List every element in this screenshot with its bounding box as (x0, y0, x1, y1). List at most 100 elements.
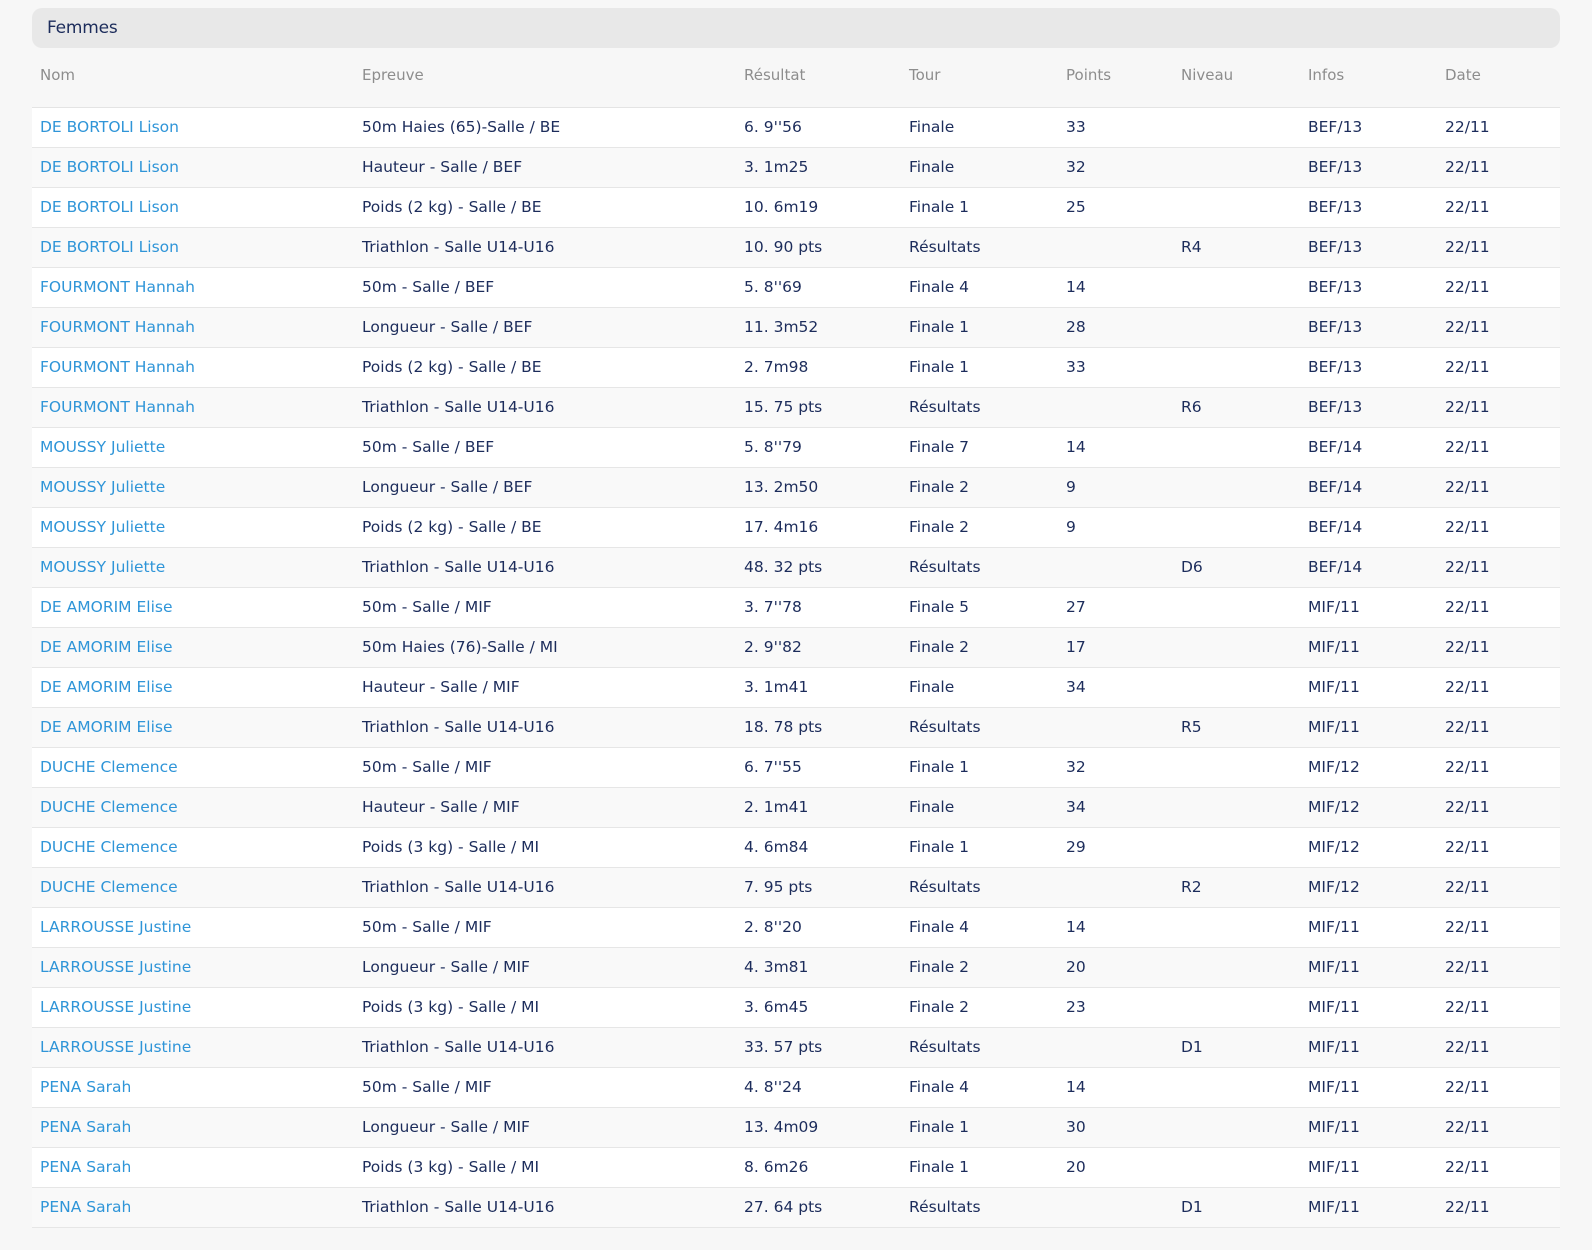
event-cell: Longueur - Salle / BEF (354, 467, 736, 508)
table-row: DE BORTOLI Lison Poids (2 kg) - Salle / B… (32, 187, 1560, 228)
table-row: DE AMORIM Elise 50m Haies (76)-Salle / MI… (32, 627, 1560, 668)
table-row: DUCHE Clemence Triathlon - Salle U14-U16 7… (32, 867, 1560, 908)
athlete-name-link[interactable]: LARROUSSE Justine (40, 958, 191, 976)
athlete-name-link[interactable]: PENA Sarah (40, 1158, 131, 1176)
info-cell: MIF/11 (1300, 987, 1437, 1028)
event-cell: Poids (3 kg) - Salle / MI (354, 987, 736, 1028)
date-cell: 22/11 (1437, 107, 1560, 148)
athlete-name-link[interactable]: MOUSSY Juliette (40, 478, 165, 496)
info-cell: MIF/11 (1300, 947, 1437, 988)
points-cell: 33 (1058, 347, 1173, 388)
round-cell: Résultats (901, 227, 1058, 268)
name-cell: DE BORTOLI Lison (32, 107, 354, 148)
result-cell: 10. 6m19 (736, 187, 901, 228)
column-header-date: Date (1437, 62, 1560, 108)
table-row: DE AMORIM Elise Triathlon - Salle U14-U16… (32, 707, 1560, 748)
points-cell: 23 (1058, 987, 1173, 1028)
table-row: MOUSSY Juliette 50m - Salle / BEF 5. 8''79… (32, 427, 1560, 468)
info-cell: BEF/14 (1300, 507, 1437, 548)
athlete-name-link[interactable]: DUCHE Clemence (40, 838, 178, 856)
athlete-name-link[interactable]: MOUSSY Juliette (40, 438, 165, 456)
column-header-nom: Nom (32, 62, 354, 108)
name-cell: LARROUSSE Justine (32, 1027, 354, 1068)
athlete-name-link[interactable]: PENA Sarah (40, 1118, 131, 1136)
athlete-name-link[interactable]: DUCHE Clemence (40, 758, 178, 776)
name-cell: MOUSSY Juliette (32, 427, 354, 468)
athlete-name-link[interactable]: LARROUSSE Justine (40, 918, 191, 936)
date-cell: 22/11 (1437, 907, 1560, 948)
athlete-name-link[interactable]: MOUSSY Juliette (40, 518, 165, 536)
athlete-name-link[interactable]: MOUSSY Juliette (40, 558, 165, 576)
info-cell: MIF/11 (1300, 707, 1437, 748)
event-cell: Hauteur - Salle / BEF (354, 147, 736, 188)
event-cell: Triathlon - Salle U14-U16 (354, 1187, 736, 1228)
points-cell (1058, 707, 1173, 748)
level-cell (1173, 627, 1300, 668)
level-cell (1173, 1147, 1300, 1188)
result-cell: 2. 9''82 (736, 627, 901, 668)
points-cell: 34 (1058, 667, 1173, 708)
date-cell: 22/11 (1437, 587, 1560, 628)
level-cell: D6 (1173, 547, 1300, 588)
round-cell: Finale 2 (901, 507, 1058, 548)
athlete-name-link[interactable]: PENA Sarah (40, 1198, 131, 1216)
athlete-name-link[interactable]: DE BORTOLI Lison (40, 238, 179, 256)
athlete-name-link[interactable]: LARROUSSE Justine (40, 998, 191, 1016)
athlete-name-link[interactable]: DUCHE Clemence (40, 798, 178, 816)
event-cell: Triathlon - Salle U14-U16 (354, 227, 736, 268)
name-cell: DUCHE Clemence (32, 867, 354, 908)
event-cell: 50m - Salle / BEF (354, 427, 736, 468)
athlete-name-link[interactable]: DE AMORIM Elise (40, 678, 173, 696)
date-cell: 22/11 (1437, 467, 1560, 508)
table-row: PENA Sarah Poids (3 kg) - Salle / MI 8. 6m… (32, 1147, 1560, 1188)
name-cell: DUCHE Clemence (32, 747, 354, 788)
result-cell: 7. 95 pts (736, 867, 901, 908)
table-row: DE BORTOLI Lison Triathlon - Salle U14-U1… (32, 227, 1560, 268)
info-cell: MIF/11 (1300, 907, 1437, 948)
athlete-name-link[interactable]: DUCHE Clemence (40, 878, 178, 896)
date-cell: 22/11 (1437, 507, 1560, 548)
athlete-name-link[interactable]: DE BORTOLI Lison (40, 198, 179, 216)
athlete-name-link[interactable]: LARROUSSE Justine (40, 1038, 191, 1056)
round-cell: Finale 2 (901, 987, 1058, 1028)
name-cell: PENA Sarah (32, 1187, 354, 1228)
table-row: DE AMORIM Elise 50m - Salle / MIF 3. 7''78… (32, 587, 1560, 628)
athlete-name-link[interactable]: FOURMONT Hannah (40, 358, 195, 376)
result-cell: 8. 6m26 (736, 1147, 901, 1188)
points-cell: 14 (1058, 267, 1173, 308)
date-cell: 22/11 (1437, 427, 1560, 468)
name-cell: DE AMORIM Elise (32, 587, 354, 628)
athlete-name-link[interactable]: DE BORTOLI Lison (40, 158, 179, 176)
name-cell: LARROUSSE Justine (32, 947, 354, 988)
athlete-name-link[interactable]: FOURMONT Hannah (40, 278, 195, 296)
info-cell: BEF/13 (1300, 387, 1437, 428)
athlete-name-link[interactable]: PENA Sarah (40, 1078, 131, 1096)
round-cell: Finale 4 (901, 907, 1058, 948)
event-cell: Poids (3 kg) - Salle / MI (354, 827, 736, 868)
table-row: FOURMONT Hannah Triathlon - Salle U14-U16… (32, 387, 1560, 428)
level-cell (1173, 187, 1300, 228)
date-cell: 22/11 (1437, 187, 1560, 228)
name-cell: FOURMONT Hannah (32, 307, 354, 348)
date-cell: 22/11 (1437, 347, 1560, 388)
result-cell: 5. 8''79 (736, 427, 901, 468)
round-cell: Finale 1 (901, 827, 1058, 868)
round-cell: Résultats (901, 867, 1058, 908)
info-cell: BEF/14 (1300, 467, 1437, 508)
athlete-name-link[interactable]: DE AMORIM Elise (40, 638, 173, 656)
date-cell: 22/11 (1437, 667, 1560, 708)
athlete-name-link[interactable]: FOURMONT Hannah (40, 398, 195, 416)
table-row: LARROUSSE Justine Longueur - Salle / MIF 4… (32, 947, 1560, 988)
points-cell: 17 (1058, 627, 1173, 668)
athlete-name-link[interactable]: DE AMORIM Elise (40, 598, 173, 616)
info-cell: MIF/12 (1300, 867, 1437, 908)
date-cell: 22/11 (1437, 227, 1560, 268)
info-cell: MIF/11 (1300, 1187, 1437, 1228)
athlete-name-link[interactable]: DE BORTOLI Lison (40, 118, 179, 136)
table-row: DE BORTOLI Lison 50m Haies (65)-Salle / B… (32, 107, 1560, 148)
round-cell: Finale 7 (901, 427, 1058, 468)
event-cell: Poids (3 kg) - Salle / MI (354, 1147, 736, 1188)
info-cell: BEF/14 (1300, 427, 1437, 468)
athlete-name-link[interactable]: DE AMORIM Elise (40, 718, 173, 736)
athlete-name-link[interactable]: FOURMONT Hannah (40, 318, 195, 336)
